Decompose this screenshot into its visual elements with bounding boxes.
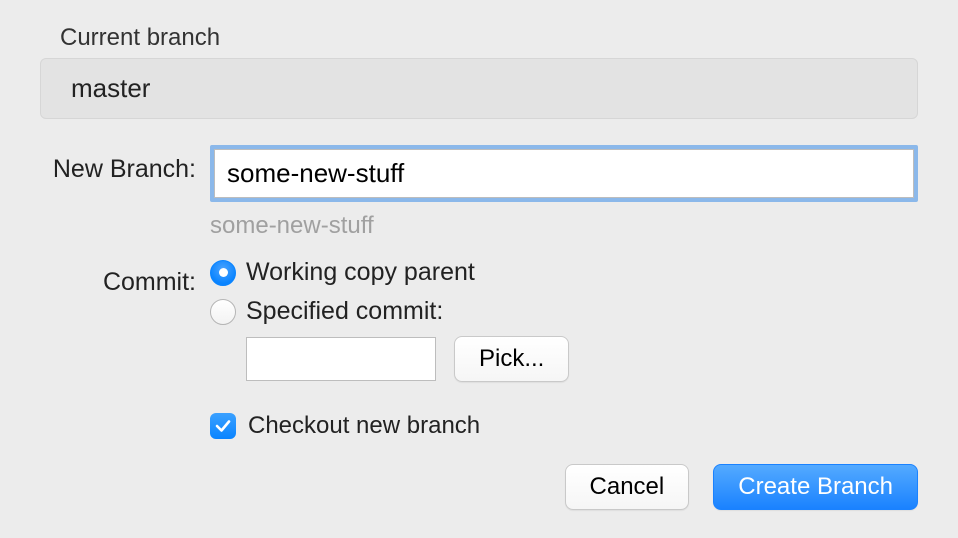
check-icon: [214, 417, 232, 435]
checkout-checkbox[interactable]: [210, 413, 236, 439]
new-branch-input[interactable]: [214, 149, 914, 198]
new-branch-label: New Branch:: [40, 145, 210, 184]
create-branch-button[interactable]: Create Branch: [713, 464, 918, 510]
cancel-button[interactable]: Cancel: [565, 464, 690, 510]
radio-working-copy[interactable]: [210, 260, 236, 286]
create-branch-dialog: Current branch master New Branch: some-n…: [0, 0, 958, 538]
commit-label: Commit:: [40, 258, 210, 297]
new-branch-hint: some-new-stuff: [210, 212, 918, 240]
current-branch-label: Current branch: [60, 24, 918, 52]
pick-button[interactable]: Pick...: [454, 336, 569, 382]
new-branch-focus-ring: [210, 145, 918, 202]
radio-specified-commit-label: Specified commit:: [246, 297, 443, 326]
specified-commit-input[interactable]: [246, 337, 436, 381]
current-branch-value: master: [40, 58, 918, 119]
radio-working-copy-label: Working copy parent: [246, 258, 475, 287]
checkout-checkbox-label: Checkout new branch: [248, 412, 480, 440]
radio-specified-commit[interactable]: [210, 299, 236, 325]
